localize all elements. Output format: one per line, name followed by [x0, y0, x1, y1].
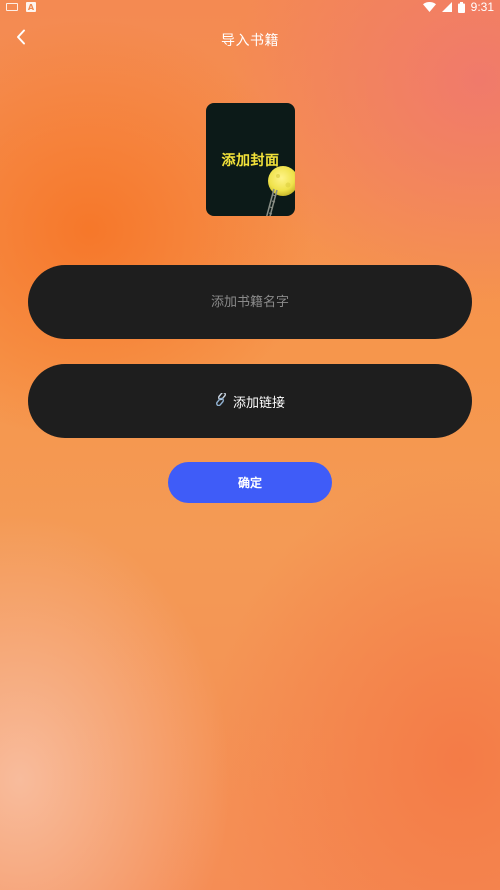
- add-link-button[interactable]: 添加链接: [28, 364, 472, 438]
- status-time: 9:31: [470, 0, 494, 14]
- wifi-icon: [422, 2, 436, 12]
- link-icon: [215, 391, 228, 410]
- header: 导入书籍: [0, 22, 500, 56]
- battery-icon: [457, 1, 465, 13]
- add-link-content: 添加链接: [215, 391, 285, 411]
- status-bar: A 9:31: [0, 0, 500, 14]
- confirm-button[interactable]: 确定: [168, 462, 332, 503]
- book-name-input[interactable]: [28, 264, 472, 340]
- status-right: 9:31: [422, 0, 494, 14]
- keyboard-icon: [6, 3, 18, 11]
- status-left: A: [6, 2, 36, 12]
- signal-icon: [441, 2, 452, 12]
- book-name-field: [28, 264, 472, 340]
- moon-icon: [261, 163, 295, 216]
- add-cover-button[interactable]: 添加封面: [206, 103, 295, 216]
- page-title: 导入书籍: [221, 33, 279, 49]
- a-badge-icon: A: [26, 2, 36, 12]
- add-link-label: 添加链接: [232, 395, 285, 411]
